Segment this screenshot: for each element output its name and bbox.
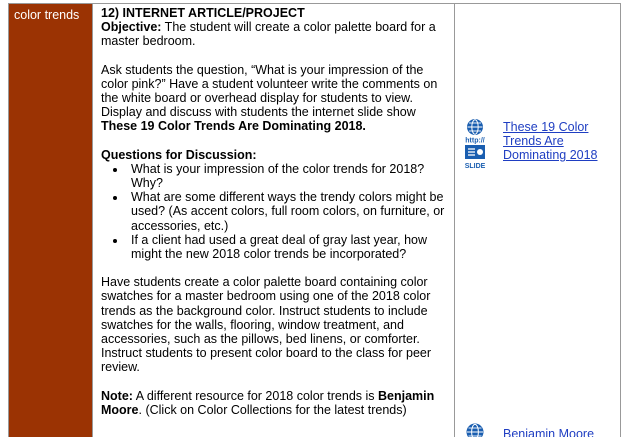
note-paragraph: Note: A different resource for 2018 colo… [101,389,448,417]
intro-text: Ask students the question, “What is your… [101,62,438,120]
slide-title: These 19 Color Trends Are Dominating 201… [101,119,366,134]
globe-icon[interactable] [460,422,490,437]
objective: Objective: The student will create a col… [101,20,448,48]
lesson-content: 12) INTERNET ARTICLE/PROJECT Objective: … [93,4,454,417]
activity-paragraph: Have students create a color palette boa… [101,275,432,375]
intro-paragraph: Ask students the question, “What is your… [101,63,448,134]
icon-caption: SLIDE [465,163,486,170]
topic-cell: color trends [8,3,93,437]
internet-slide-icon[interactable]: http:// SLIDE [460,118,490,179]
note-label: Note: [101,388,133,403]
note-text: A different resource for 2018 color tren… [132,388,378,403]
questions-list: What is your impression of the color tre… [101,162,448,261]
lesson-row: color trends 12) INTERNET ARTICLE/PROJEC… [8,3,621,437]
resources-cell: http:// SLIDE These 19 Color Trends Are … [454,3,621,437]
questions-label: Questions for Discussion: [101,147,257,162]
lesson-table: color trends 12) INTERNET ARTICLE/PROJEC… [8,3,621,437]
icon-url-text: http:// [465,138,484,145]
question-item: What are some different ways the trendy … [127,190,448,233]
slide-link[interactable]: These 19 Color Trends Are Dominating 201… [503,120,618,162]
resources: http:// SLIDE These 19 Color Trends Are … [455,4,620,437]
content-cell: 12) INTERNET ARTICLE/PROJECT Objective: … [92,3,455,437]
benjamin-moore-link[interactable]: Benjamin Moore [503,427,618,437]
note-text-end: . (Click on Color Collections for the la… [138,402,407,417]
question-item: What is your impression of the color tre… [127,162,448,190]
question-item: If a client had used a great deal of gra… [127,233,448,261]
objective-label: Objective: [101,20,162,35]
section-heading: 12) INTERNET ARTICLE/PROJECT [101,6,305,20]
lesson-plan-page: color trends 12) INTERNET ARTICLE/PROJEC… [0,0,626,437]
topic-label: color trends [14,8,80,22]
